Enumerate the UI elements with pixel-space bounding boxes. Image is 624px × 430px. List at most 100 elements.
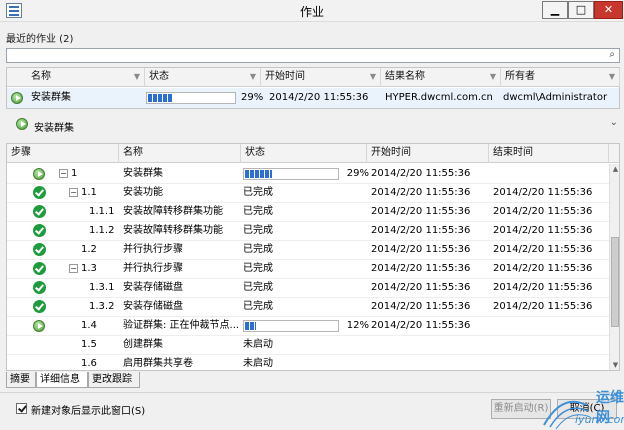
tab-details[interactable]: 详细信息 <box>36 372 88 388</box>
table-row[interactable]: 安装群集 29% 2014/2/20 11:55:36 HYPER.dwcml.… <box>7 88 619 108</box>
step-number: 1.6 <box>81 358 97 369</box>
scroll-up-icon[interactable]: ▲ <box>610 165 619 173</box>
show-window-checkbox-label: 新建对象后显示此窗口(S) <box>31 406 146 417</box>
job-result-name: HYPER.dwcml.com.cn <box>385 92 493 103</box>
step-status: 已完成 <box>243 187 273 198</box>
step-end-time: 2014/2/20 11:55:36 <box>493 301 593 312</box>
step-status: 已完成 <box>243 244 273 255</box>
column-header-status[interactable]: 状态 <box>241 144 367 163</box>
step-name: 安装存储磁盘 <box>123 282 183 293</box>
running-icon <box>33 320 45 332</box>
scroll-down-icon[interactable]: ▼ <box>610 361 619 369</box>
table-row[interactable]: −1.3 并行执行步骤 已完成 2014/2/20 11:55:36 2014/2/20… <box>7 259 609 279</box>
job-progress-bar <box>146 92 236 104</box>
column-header-name[interactable]: 名称 <box>119 144 241 163</box>
step-name: 安装群集 <box>123 168 163 179</box>
table-row[interactable]: −1.1 安装功能 已完成 2014/2/20 11:55:36 2014/2/20 1… <box>7 183 609 203</box>
job-steps-table: 步骤 名称 状态 开始时间 结束时间 −1 安装群集 29% 2014/2/20 11… <box>6 143 620 371</box>
chevron-down-icon[interactable]: ⌄ <box>610 117 618 128</box>
completed-check-icon <box>33 281 46 294</box>
step-status: 已完成 <box>243 301 273 312</box>
step-start-time: 2014/2/20 11:55:36 <box>371 168 471 179</box>
detail-title: 安装群集 <box>34 123 74 134</box>
job-name: 安装群集 <box>31 92 71 103</box>
step-end-time <box>493 316 609 336</box>
collapse-toggle-icon[interactable]: − <box>69 188 78 197</box>
tab-change-tracking[interactable]: 更改跟踪 <box>88 372 140 388</box>
step-name: 安装故障转移群集功能 <box>123 225 223 236</box>
column-header-result-name[interactable]: 结果名称 ▼ <box>381 68 501 87</box>
step-start-time: 2014/2/20 11:55:36 <box>371 263 471 274</box>
step-start-time: 2014/2/20 11:55:36 <box>371 282 471 293</box>
recent-jobs-table: 名称 ▼ 状态 ▼ 开始时间 ▼ 结果名称 ▼ 所有者 ▼ 安装群集 29% 2014/2… <box>6 67 620 109</box>
column-header-name[interactable]: 名称 ▼ <box>27 68 145 87</box>
completed-check-icon <box>33 186 46 199</box>
step-name: 并行执行步骤 <box>123 263 183 274</box>
step-number: 1 <box>71 168 78 179</box>
title-bar: 作业 ▁ □ ✕ <box>0 0 624 22</box>
job-detail-header[interactable]: 安装群集 ⌄ <box>6 113 620 137</box>
step-start-time: 2014/2/20 11:55:36 <box>371 206 471 217</box>
running-icon <box>11 92 23 104</box>
step-start-time: 2014/2/20 11:55:36 <box>371 225 471 236</box>
step-name: 启用群集共享卷 <box>123 358 193 369</box>
step-start-time: 2014/2/20 11:55:36 <box>371 244 471 255</box>
step-number: 1.5 <box>81 339 97 350</box>
step-percent: 29% <box>346 168 369 179</box>
completed-check-icon <box>33 300 46 313</box>
steps-header: 步骤 名称 状态 开始时间 结束时间 <box>7 144 619 163</box>
step-end-time: 2014/2/20 11:55:36 <box>493 206 593 217</box>
table-row[interactable]: 1.4 验证群集: 正在仲裁节点... 12% 2014/2/20 11:55:36 <box>7 316 609 336</box>
step-number: 1.3 <box>81 263 97 274</box>
table-row[interactable]: 1.6 启用群集共享卷 未启动 <box>7 354 609 370</box>
step-end-time: 2014/2/20 11:55:36 <box>493 263 593 274</box>
job-percent: 29% <box>241 92 264 103</box>
step-start-time <box>371 354 489 370</box>
collapse-toggle-icon[interactable]: − <box>69 264 78 273</box>
step-end-time: 2014/2/20 11:55:36 <box>493 282 593 293</box>
recent-jobs-header: 名称 ▼ 状态 ▼ 开始时间 ▼ 结果名称 ▼ 所有者 ▼ <box>7 68 620 87</box>
table-row[interactable]: 1.3.2 安装存储磁盘 已完成 2014/2/20 11:55:36 2014/2/2… <box>7 297 609 317</box>
column-header-owner[interactable]: 所有者 ▼ <box>501 68 620 87</box>
table-row[interactable]: 1.5 创建群集 未启动 <box>7 335 609 355</box>
show-window-checkbox[interactable] <box>16 403 27 414</box>
column-header-step[interactable]: 步骤 <box>7 144 119 163</box>
close-button[interactable]: ✕ <box>594 1 623 19</box>
column-header-start-time[interactable]: 开始时间 ▼ <box>261 68 381 87</box>
step-name: 安装存储磁盘 <box>123 301 183 312</box>
step-progress-bar <box>243 168 339 180</box>
completed-check-icon <box>33 262 46 275</box>
column-header-status[interactable]: 状态 ▼ <box>145 68 261 87</box>
step-status: 已完成 <box>243 225 273 236</box>
column-header-start-time[interactable]: 开始时间 <box>367 144 489 163</box>
step-end-time: 2014/2/20 11:55:36 <box>493 225 593 236</box>
step-status: 未启动 <box>243 358 273 369</box>
step-name: 并行执行步骤 <box>123 244 183 255</box>
collapse-toggle-icon[interactable]: − <box>59 169 68 178</box>
maximize-button[interactable]: □ <box>568 1 594 19</box>
table-row[interactable]: 1.1.1 安装故障转移群集功能 已完成 2014/2/20 11:55:36 2014… <box>7 202 609 222</box>
restart-button[interactable]: 重新启动(R) <box>491 399 551 419</box>
step-status: 未启动 <box>243 339 273 350</box>
search-input[interactable]: ⌕ <box>6 48 620 63</box>
table-row[interactable]: 1.2 并行执行步骤 已完成 2014/2/20 11:55:36 2014/2/20 … <box>7 240 609 260</box>
step-progress-bar <box>243 320 339 332</box>
tab-summary[interactable]: 摘要 <box>6 372 36 388</box>
table-row[interactable]: 1.3.1 安装存储磁盘 已完成 2014/2/20 11:55:36 2014/2/2… <box>7 278 609 298</box>
table-row[interactable]: −1 安装群集 29% 2014/2/20 11:55:36 <box>7 164 609 184</box>
completed-check-icon <box>33 243 46 256</box>
scrollbar-thumb[interactable] <box>611 237 619 327</box>
step-number: 1.1 <box>81 187 97 198</box>
step-end-time <box>493 354 609 370</box>
column-header-end-time[interactable]: 结束时间 <box>489 144 609 163</box>
minimize-button[interactable]: ▁ <box>542 1 568 19</box>
step-name: 验证群集: 正在仲裁节点... <box>123 320 240 331</box>
recent-jobs-label: 最近的作业 (2) <box>6 34 74 45</box>
step-percent: 12% <box>346 320 369 331</box>
running-icon <box>16 118 28 130</box>
vertical-scrollbar[interactable]: ▲ ▼ <box>609 164 619 370</box>
step-start-time: 2014/2/20 11:55:36 <box>371 320 471 331</box>
step-number: 1.2 <box>81 244 97 255</box>
table-row[interactable]: 1.1.2 安装故障转移群集功能 已完成 2014/2/20 11:55:36 2014… <box>7 221 609 241</box>
search-icon[interactable]: ⌕ <box>609 49 615 60</box>
